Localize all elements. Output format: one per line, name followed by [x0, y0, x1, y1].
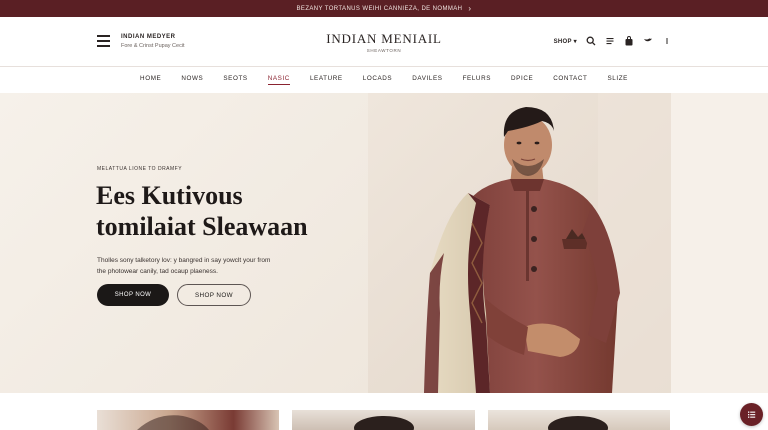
shop-now-primary-button[interactable]: SHOP NOW	[97, 284, 169, 306]
nav-item-contact[interactable]: CONTACT	[543, 68, 597, 90]
bag-icon[interactable]	[624, 36, 634, 46]
hero-description: Tholles sony talketory lov: y bangred in…	[97, 255, 337, 277]
nav-item-seots[interactable]: SEOTS	[213, 68, 257, 90]
site-header: INDIAN MEDYER Fore & Crinst Pupay Cecit …	[0, 17, 768, 67]
product-card[interactable]	[97, 410, 279, 430]
nav-item-locads[interactable]: LOCADS	[353, 68, 403, 90]
hero-headline-line2: tomilaiat Sleawaan	[96, 212, 308, 241]
search-icon[interactable]	[586, 36, 596, 46]
hero-description-line2: the photowear canily, tad ocaup plaeness…	[97, 268, 218, 275]
hero-section: MELATTUA LIONE TO DRAMFY Ees Kutivous to…	[0, 93, 768, 393]
header-actions: SHOP ▾	[554, 36, 672, 46]
nav-item-nasic[interactable]: NASIC	[258, 68, 300, 90]
hero-eyebrow: MELATTUA LIONE TO DRAMFY	[97, 166, 183, 172]
nav-item-felurs[interactable]: FELURS	[453, 68, 501, 90]
chevron-right-icon[interactable]: ›	[468, 4, 471, 13]
announcement-text: BEZANY TORTANUS WEIHI CANNIEZA, DE NOMMA…	[296, 5, 463, 12]
nav-item-leature[interactable]: LEATURE	[300, 68, 353, 90]
shop-dropdown[interactable]: SHOP ▾	[554, 38, 577, 45]
hero-headline-line1: Ees Kutivous	[96, 181, 243, 210]
list-icon[interactable]	[605, 36, 615, 46]
main-nav: HOME NOWS SEOTS NASIC LEATURE LOCADS DAVILES FE…	[0, 68, 768, 90]
more-icon[interactable]	[662, 36, 672, 46]
nav-item-dpice[interactable]: DPICE	[501, 68, 543, 90]
list-icon	[748, 411, 756, 418]
hero-description-line1: Tholles sony talketory lov: y bangred in…	[97, 257, 271, 264]
nav-item-nows[interactable]: NOWS	[171, 68, 213, 90]
product-card[interactable]	[292, 410, 475, 430]
product-card[interactable]	[488, 410, 670, 430]
bird-icon[interactable]	[643, 36, 653, 46]
logo-sub-text: SHEAWTORN	[366, 48, 402, 53]
hero-text-panel: MELATTUA LIONE TO DRAMFY Ees Kutivous to…	[0, 93, 368, 393]
nav-item-daviles[interactable]: DAVILES	[402, 68, 452, 90]
product-cards-row	[0, 410, 768, 430]
shop-now-secondary-button[interactable]: SHOP NOW	[177, 284, 251, 306]
chat-button[interactable]	[740, 403, 763, 426]
hero-background-strip	[671, 93, 768, 393]
hero-headline: Ees Kutivous tomilaiat Sleawaan	[96, 180, 366, 242]
hero-model-image	[368, 93, 671, 393]
nav-item-home[interactable]: HOME	[130, 68, 171, 90]
nav-item-slize[interactable]: SLIZE	[597, 68, 638, 90]
announcement-bar[interactable]: BEZANY TORTANUS WEIHI CANNIEZA, DE NOMMA…	[0, 0, 768, 17]
